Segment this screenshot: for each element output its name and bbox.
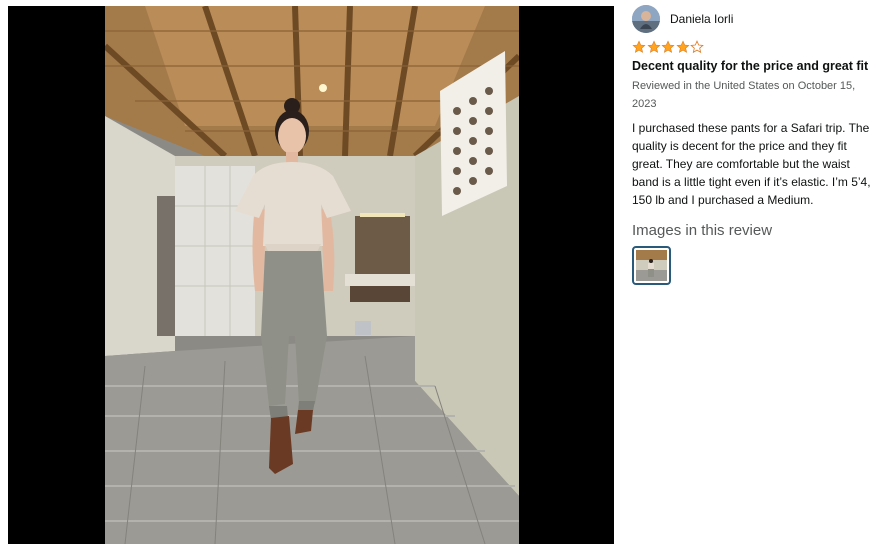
star-rating	[632, 40, 876, 54]
review-photo	[105, 6, 519, 544]
review-panel: Daniela Iorli Decent quality for the pri…	[632, 4, 876, 285]
review-image-viewer	[8, 6, 614, 544]
reviewer: Daniela Iorli	[632, 4, 876, 34]
star-filled-icon	[632, 40, 646, 53]
reviewer-name[interactable]: Daniela Iorli	[670, 12, 733, 26]
star-filled-icon	[675, 40, 690, 53]
star-filled-icon	[646, 40, 661, 53]
avatar[interactable]	[632, 5, 660, 33]
review-body: I purchased these pants for a Safari tri…	[632, 121, 871, 207]
images-heading: Images in this review	[632, 222, 773, 239]
review-meta: Reviewed in the United States on October…	[632, 80, 856, 110]
star-filled-icon	[661, 40, 675, 53]
thumbnail-image	[636, 250, 667, 281]
star-empty-icon	[690, 40, 704, 54]
review-image-thumbnail[interactable]	[632, 246, 671, 285]
review-title: Decent quality for the price and great f…	[632, 59, 869, 73]
